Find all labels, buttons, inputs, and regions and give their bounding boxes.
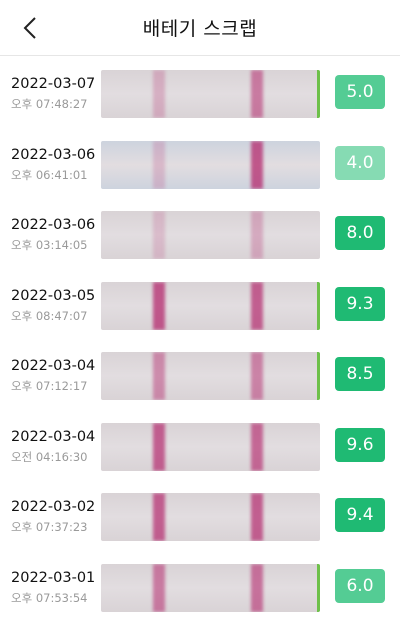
score-badge: 5.0: [335, 75, 385, 109]
control-line: [251, 563, 263, 612]
record-date: 2022-03-05: [11, 287, 96, 304]
test-strip-image[interactable]: [101, 281, 320, 330]
test-strip-image[interactable]: [101, 140, 320, 189]
control-line: [251, 70, 263, 118]
test-strip-image[interactable]: [101, 211, 320, 259]
control-line: [251, 422, 263, 471]
list-item[interactable]: 2022-03-04 오전 04:16:30 9.6: [0, 409, 400, 480]
record-time: 오전 04:16:30: [11, 449, 88, 464]
test-line: [153, 493, 165, 541]
test-strip-image[interactable]: [101, 563, 320, 612]
score-badge: 6.0: [335, 568, 385, 603]
list-item[interactable]: 2022-03-06 오후 03:14:05 8.0: [0, 197, 400, 268]
test-line: [153, 70, 165, 118]
test-line: [153, 352, 165, 400]
record-date: 2022-03-04: [11, 428, 96, 445]
strip-edge: [317, 70, 320, 118]
scrap-list: 2022-03-07 오후 07:48:27 5.0 2022-03-06 오후 06:…: [0, 56, 400, 620]
score-badge: 9.6: [335, 427, 385, 462]
strip-edge: [317, 281, 320, 330]
record-date: 2022-03-01: [11, 569, 96, 586]
test-line: [153, 563, 165, 612]
control-line: [251, 352, 263, 400]
record-date: 2022-03-06: [11, 217, 96, 233]
score-badge: 8.5: [335, 357, 385, 391]
list-item[interactable]: 2022-03-04 오후 07:12:17 8.5: [0, 338, 400, 409]
test-line: [153, 140, 165, 189]
record-date: 2022-03-07: [11, 76, 96, 92]
strip-edge: [317, 563, 320, 612]
control-line: [251, 140, 263, 189]
record-time: 오후 03:14:05: [11, 238, 88, 252]
test-strip-image[interactable]: [101, 70, 320, 118]
test-line: [153, 211, 165, 259]
test-strip-image[interactable]: [101, 493, 320, 541]
score-badge: 4.0: [335, 145, 385, 180]
score-badge: 8.0: [335, 216, 385, 250]
test-line: [153, 422, 165, 471]
control-line: [251, 281, 263, 330]
record-time: 오후 07:48:27: [11, 97, 88, 111]
record-time: 오후 07:53:54: [11, 590, 88, 605]
record-date: 2022-03-02: [11, 499, 96, 515]
app-header: 배테기 스크랩: [0, 0, 400, 56]
control-line: [251, 211, 263, 259]
record-date: 2022-03-04: [11, 358, 96, 374]
record-date: 2022-03-06: [11, 146, 96, 163]
list-item[interactable]: 2022-03-06 오후 06:41:01 4.0: [0, 127, 400, 198]
list-item[interactable]: 2022-03-05 오후 08:47:07 9.3: [0, 268, 400, 339]
strip-edge: [317, 352, 320, 400]
test-strip-image[interactable]: [101, 352, 320, 400]
record-time: 오후 08:47:07: [11, 308, 88, 323]
score-badge: 9.3: [335, 286, 385, 321]
control-line: [251, 493, 263, 541]
list-item[interactable]: 2022-03-01 오후 07:53:54 6.0: [0, 550, 400, 621]
record-time: 오후 06:41:01: [11, 167, 88, 182]
list-item[interactable]: 2022-03-02 오후 07:37:23 9.4: [0, 479, 400, 550]
list-item[interactable]: 2022-03-07 오후 07:48:27 5.0: [0, 56, 400, 127]
page-title: 배테기 스크랩: [142, 18, 258, 40]
record-time: 오후 07:37:23: [11, 520, 88, 534]
test-strip-image[interactable]: [101, 422, 320, 471]
test-line: [153, 281, 165, 330]
score-badge: 9.4: [335, 498, 385, 532]
record-time: 오후 07:12:17: [11, 379, 88, 393]
